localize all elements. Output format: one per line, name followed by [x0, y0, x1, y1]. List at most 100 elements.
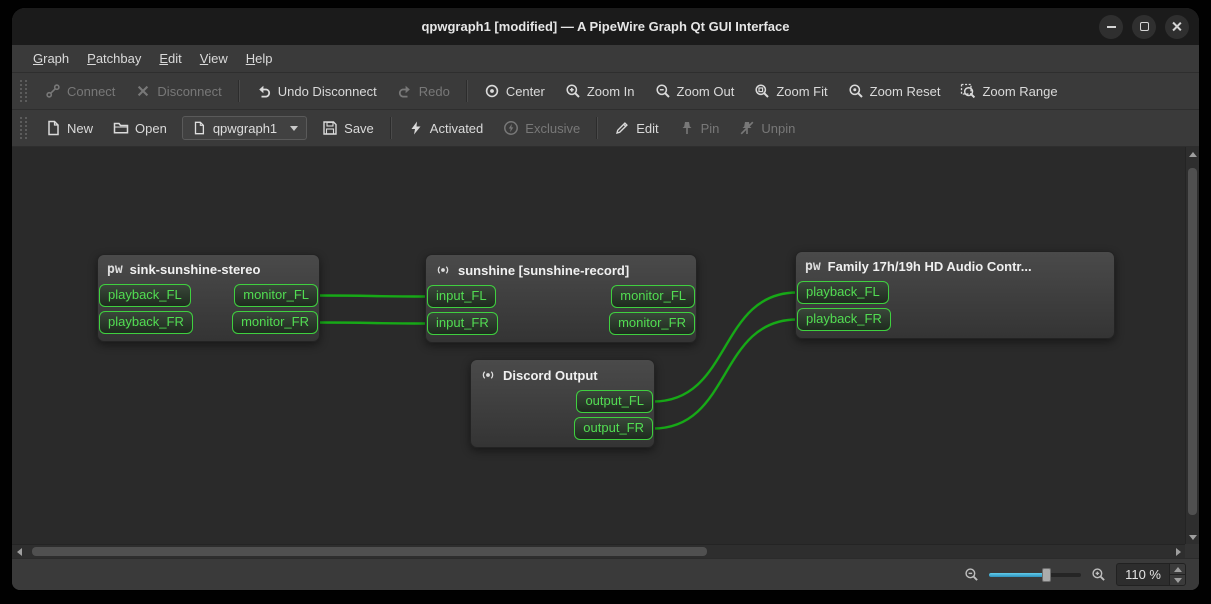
node-title: sink-sunshine-stereo	[129, 262, 261, 277]
horizontal-scroll-track[interactable]	[26, 545, 1171, 558]
connect-icon	[45, 83, 61, 99]
port-monitor-fl[interactable]: monitor_FL	[611, 285, 695, 308]
zoom-slider-handle[interactable]	[1041, 567, 1051, 582]
port-playback-fl[interactable]: playback_FL	[99, 284, 191, 307]
horizontal-scroll-thumb[interactable]	[31, 547, 708, 556]
port-monitor-fl[interactable]: monitor_FL	[234, 284, 318, 307]
node-title: Discord Output	[503, 367, 598, 383]
unpin-button[interactable]: Unpin	[730, 115, 804, 141]
exclusive-toggle[interactable]: Exclusive	[494, 115, 589, 141]
zoom-range-button[interactable]: Zoom Range	[951, 78, 1066, 104]
port-monitor-fr[interactable]: monitor_FR	[609, 312, 695, 335]
maximize-icon	[1139, 22, 1149, 31]
zoom-slider-track[interactable]	[989, 572, 1082, 577]
undo-icon	[256, 83, 272, 99]
zoom-in-icon	[565, 83, 581, 99]
zoom-value[interactable]: 110 %	[1117, 564, 1169, 585]
scroll-right-button[interactable]	[1171, 545, 1185, 558]
center-icon	[484, 83, 500, 99]
toolbar-separator	[389, 117, 392, 139]
spin-up-button[interactable]	[1170, 564, 1185, 574]
scroll-up-button[interactable]	[1186, 147, 1199, 161]
toolbar-separator	[465, 80, 468, 102]
port-input-fr[interactable]: input_FR	[427, 312, 498, 335]
graph-node-sink-sunshine-stereo[interactable]: pw sink-sunshine-stereo playback_FL moni…	[97, 254, 320, 342]
vertical-scroll-thumb[interactable]	[1188, 168, 1197, 516]
toolbar-main: Connect Disconnect Undo Disconnect Redo	[12, 73, 1199, 110]
disconnect-button[interactable]: Disconnect	[126, 78, 230, 104]
undo-disconnect-button[interactable]: Undo Disconnect	[247, 78, 386, 104]
vertical-scrollbar[interactable]	[1185, 147, 1199, 544]
pin-button[interactable]: Pin	[670, 115, 729, 141]
triangle-down-icon	[1173, 577, 1182, 583]
canvas[interactable]: pw sink-sunshine-stereo playback_FL moni…	[12, 147, 1185, 544]
audio-source-icon	[480, 367, 496, 383]
audio-source-icon	[435, 262, 451, 278]
port-output-fl[interactable]: output_FL	[576, 390, 653, 413]
zoom-out-icon	[964, 567, 979, 582]
zoom-spinbox[interactable]: 110 %	[1116, 563, 1186, 586]
connection-edge[interactable]	[317, 321, 428, 325]
minimize-icon	[1106, 25, 1116, 28]
port-input-fl[interactable]: input_FL	[427, 285, 496, 308]
maximize-button[interactable]	[1132, 14, 1156, 39]
toolbar-patchbay: New Open qpwgraph1 Save Activated Exclus…	[12, 110, 1199, 147]
toolbar-separator	[596, 117, 599, 139]
chevron-down-icon	[290, 125, 299, 131]
connection-edge[interactable]	[317, 294, 428, 298]
zoom-out-button[interactable]: Zoom Out	[646, 78, 744, 104]
triangle-right-icon	[1175, 547, 1181, 556]
spin-down-button[interactable]	[1170, 574, 1185, 585]
zoom-reset-icon	[848, 83, 864, 99]
port-playback-fl[interactable]: playback_FL	[797, 281, 889, 304]
titlebar: qpwgraph1 [modified] — A PipeWire Graph …	[12, 8, 1199, 45]
zoom-reset-button[interactable]: Zoom Reset	[839, 78, 950, 104]
port-output-fr[interactable]: output_FR	[574, 417, 653, 440]
zoom-fit-button[interactable]: Zoom Fit	[745, 78, 836, 104]
new-button[interactable]: New	[36, 115, 102, 141]
port-monitor-fr[interactable]: monitor_FR	[232, 311, 318, 334]
canvas-area: pw sink-sunshine-stereo playback_FL moni…	[12, 147, 1199, 558]
port-playback-fr[interactable]: playback_FR	[99, 311, 193, 334]
save-button[interactable]: Save	[313, 115, 383, 141]
zoom-fit-icon	[754, 83, 770, 99]
graph-node-discord-output[interactable]: Discord Output output_FL output_FR	[470, 359, 655, 448]
node-header: sunshine [sunshine-record]	[426, 261, 696, 285]
menu-edit[interactable]: Edit	[150, 46, 190, 71]
close-button[interactable]	[1165, 14, 1189, 39]
menu-graph[interactable]: Graph	[24, 46, 78, 71]
graph-node-family-hd-audio[interactable]: pw Family 17h/19h HD Audio Contr... play…	[795, 251, 1115, 339]
menu-help[interactable]: Help	[237, 46, 282, 71]
pipewire-icon: pw	[107, 262, 123, 277]
center-button[interactable]: Center	[475, 78, 554, 104]
zoom-out-icon	[655, 83, 671, 99]
horizontal-scrollbar[interactable]	[12, 544, 1185, 558]
window-title: qpwgraph1 [modified] — A PipeWire Graph …	[421, 19, 790, 34]
scrollbar-corner	[1185, 544, 1199, 558]
port-playback-fr[interactable]: playback_FR	[797, 308, 891, 331]
redo-icon	[397, 83, 413, 99]
vertical-scroll-track[interactable]	[1186, 161, 1199, 530]
open-button[interactable]: Open	[104, 115, 176, 141]
menu-patchbay[interactable]: Patchbay	[78, 46, 150, 71]
edit-button[interactable]: Edit	[605, 115, 667, 141]
toolbar-handle[interactable]	[20, 80, 27, 102]
node-header: pw Family 17h/19h HD Audio Contr...	[796, 258, 1114, 281]
disconnect-icon	[135, 83, 151, 99]
zoom-in-button[interactable]: Zoom In	[556, 78, 644, 104]
triangle-up-icon	[1173, 566, 1182, 572]
connect-button[interactable]: Connect	[36, 78, 124, 104]
patchbay-combo-value: qpwgraph1	[212, 120, 278, 136]
menubar: Graph Patchbay Edit View Help	[12, 45, 1199, 73]
open-folder-icon	[113, 120, 129, 136]
activated-toggle[interactable]: Activated	[399, 115, 492, 141]
scroll-down-button[interactable]	[1186, 530, 1199, 544]
toolbar-handle[interactable]	[20, 117, 27, 139]
minimize-button[interactable]	[1099, 14, 1123, 39]
zoom-slider[interactable]	[989, 566, 1082, 584]
redo-button[interactable]: Redo	[388, 78, 459, 104]
scroll-left-button[interactable]	[12, 545, 26, 558]
patchbay-combo[interactable]: qpwgraph1	[181, 116, 308, 140]
graph-node-sunshine[interactable]: sunshine [sunshine-record] input_FL moni…	[425, 254, 697, 343]
menu-view[interactable]: View	[191, 46, 237, 71]
